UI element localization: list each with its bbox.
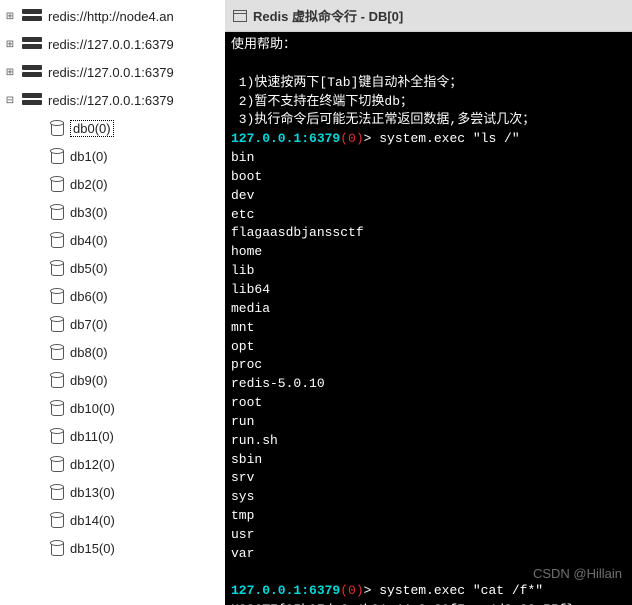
tree-connector (32, 262, 44, 274)
database-icon (48, 343, 66, 361)
expand-icon[interactable]: ⊞ (4, 66, 16, 78)
db-label: db0(0) (70, 120, 114, 137)
expand-icon[interactable]: ⊞ (4, 38, 16, 50)
db-label: db5(0) (70, 261, 108, 276)
database-icon (48, 175, 66, 193)
database-icon (48, 511, 66, 529)
server-label: redis://127.0.0.1:6379 (48, 37, 174, 52)
db-label: db6(0) (70, 289, 108, 304)
db-row[interactable]: db9(0) (0, 366, 225, 394)
title-bar: Redis 虚拟命令行 - DB[0] (225, 0, 632, 32)
db-label: db14(0) (70, 513, 115, 528)
db-label: db12(0) (70, 457, 115, 472)
db-label: db2(0) (70, 177, 108, 192)
database-icon (48, 287, 66, 305)
db-row[interactable]: db6(0) (0, 282, 225, 310)
sidebar: ⊞ redis://http://node4.an ⊞ redis://127.0.0… (0, 0, 225, 605)
database-icon (48, 539, 66, 557)
server-row[interactable]: ⊞ redis://127.0.0.1:6379 (0, 58, 225, 86)
server-icon (20, 63, 44, 81)
server-row[interactable]: ⊞ redis://127.0.0.1:6379 (0, 30, 225, 58)
tree-connector (32, 542, 44, 554)
db-row[interactable]: db1(0) (0, 142, 225, 170)
console-title: Redis 虚拟命令行 - DB[0] (253, 6, 403, 25)
tree-connector (32, 346, 44, 358)
db-label: db13(0) (70, 485, 115, 500)
database-icon (48, 455, 66, 473)
database-icon (48, 203, 66, 221)
tree-connector (32, 514, 44, 526)
server-row[interactable]: ⊞ redis://http://node4.an (0, 2, 225, 30)
db-row[interactable]: db15(0) (0, 534, 225, 562)
expand-icon[interactable]: ⊞ (4, 10, 16, 22)
db-row[interactable]: db4(0) (0, 226, 225, 254)
database-icon (48, 147, 66, 165)
database-icon (48, 483, 66, 501)
db-label: db3(0) (70, 205, 108, 220)
db-row[interactable]: db13(0) (0, 478, 225, 506)
server-icon (20, 7, 44, 25)
db-label: db1(0) (70, 149, 108, 164)
main-panel: Redis 虚拟命令行 - DB[0] 使用帮助： 1)快速按两下[Tab]键自… (225, 0, 632, 605)
db-row[interactable]: db8(0) (0, 338, 225, 366)
server-icon (20, 91, 44, 109)
db-row[interactable]: db3(0) (0, 198, 225, 226)
window-icon (233, 10, 247, 22)
tree-connector (32, 122, 44, 134)
database-icon (48, 259, 66, 277)
db-row[interactable]: db12(0) (0, 450, 225, 478)
db-label: db7(0) (70, 317, 108, 332)
tree-connector (32, 178, 44, 190)
db-row[interactable]: db7(0) (0, 310, 225, 338)
console[interactable]: 使用帮助： 1)快速按两下[Tab]键自动补全指令； 2)暂不支持在终端下切换d… (225, 32, 632, 605)
database-icon (48, 399, 66, 417)
server-label: redis://http://node4.an (48, 9, 174, 24)
tree-connector (32, 318, 44, 330)
tree-connector (32, 402, 44, 414)
db-row[interactable]: db10(0) (0, 394, 225, 422)
server-label: redis://127.0.0.1:6379 (48, 93, 174, 108)
db-label: db15(0) (70, 541, 115, 556)
db-label: db4(0) (70, 233, 108, 248)
tree-connector (32, 458, 44, 470)
database-icon (48, 371, 66, 389)
db-row[interactable]: db14(0) (0, 506, 225, 534)
db-label: db8(0) (70, 345, 108, 360)
db-row[interactable]: db11(0) (0, 422, 225, 450)
tree-connector (32, 206, 44, 218)
server-icon (20, 35, 44, 53)
collapse-icon[interactable]: ⊟ (4, 94, 16, 106)
db-label: db11(0) (70, 429, 114, 444)
database-icon (48, 315, 66, 333)
server-row[interactable]: ⊟ redis://127.0.0.1:6379 (0, 86, 225, 114)
tree-connector (32, 486, 44, 498)
tree-connector (32, 374, 44, 386)
tree-connector (32, 290, 44, 302)
database-icon (48, 427, 66, 445)
db-row[interactable]: db2(0) (0, 170, 225, 198)
database-icon (48, 119, 66, 137)
database-icon (48, 231, 66, 249)
db-row[interactable]: db0(0) (0, 114, 225, 142)
db-label: db9(0) (70, 373, 108, 388)
db-label: db10(0) (70, 401, 115, 416)
server-label: redis://127.0.0.1:6379 (48, 65, 174, 80)
db-row[interactable]: db5(0) (0, 254, 225, 282)
tree-connector (32, 430, 44, 442)
tree-connector (32, 234, 44, 246)
tree-connector (32, 150, 44, 162)
